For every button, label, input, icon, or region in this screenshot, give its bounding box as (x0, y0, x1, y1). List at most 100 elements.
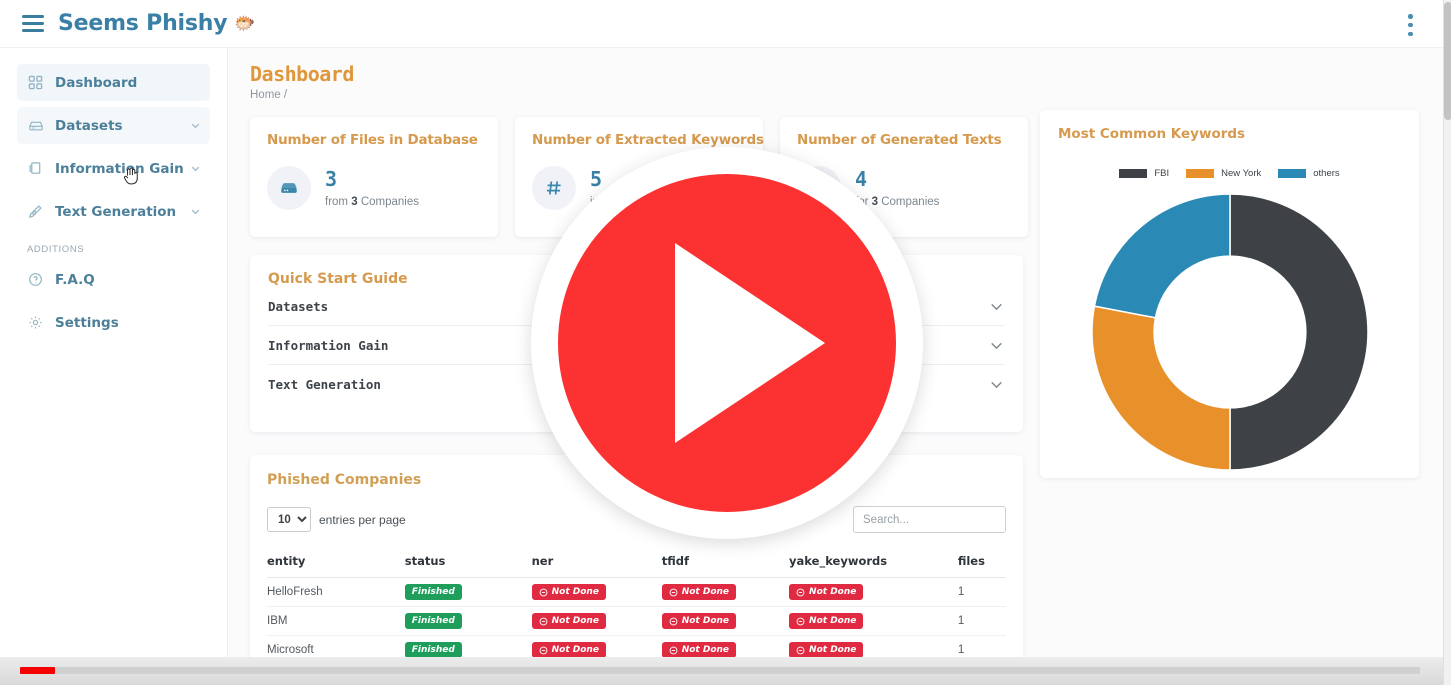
status-badge: Not Done (661, 613, 737, 629)
chevron-down-icon[interactable] (189, 205, 202, 218)
legend-label: others (1313, 168, 1340, 179)
column-header-yake-keywords[interactable]: yake_keywords (789, 547, 958, 578)
column-header-files[interactable]: files (957, 547, 1006, 578)
donut-slice[interactable] (1090, 305, 1231, 471)
play-button-circle (558, 174, 896, 512)
status-badge: Not Done (531, 584, 606, 600)
vertical-scrollbar[interactable]: ▲ (1443, 0, 1451, 685)
table-header-row: entity status ner tfidf yake_keywords fi… (267, 547, 1006, 578)
play-triangle-icon (675, 243, 825, 443)
page-title: Dashboard (250, 62, 354, 86)
sidebar-item-information-gain[interactable]: Information Gain (17, 150, 210, 187)
status-badge: Finished (404, 613, 462, 629)
chevron-down-icon[interactable] (189, 119, 202, 132)
chevron-down-icon[interactable] (189, 162, 202, 175)
cell-status: Finished (404, 606, 532, 636)
sidebar-item-label: Information Gain (55, 160, 184, 177)
status-badge: Not Done (789, 642, 864, 658)
question-circle-icon (27, 271, 44, 288)
status-badge: Not Done (661, 584, 737, 600)
quick-start-label: Text Generation (268, 377, 381, 392)
table-row[interactable]: HelloFresh Finished Not Done Not Done Not Do… (267, 577, 1006, 607)
database-icon (267, 166, 311, 210)
pufferfish-icon: 🐡 (234, 14, 256, 34)
cell-yake-keywords: Not Done (789, 577, 958, 607)
stat-sub-prefix: from (325, 195, 348, 208)
sidebar-item-settings[interactable]: Settings (17, 304, 210, 341)
scrollbar-thumb[interactable] (1444, 2, 1451, 120)
cell-ner: Not Done (531, 606, 662, 636)
sidebar-item-dashboard[interactable]: Dashboard (17, 64, 210, 101)
video-progress-bar[interactable] (0, 657, 1443, 685)
cell-tfidf: Not Done (661, 606, 790, 636)
app-root: Seems Phishy 🐡 Dashboard Datasets Inform… (0, 0, 1451, 685)
stat-sub-value: 3 (351, 195, 358, 208)
table-head: entity status ner tfidf yake_keywords fi… (267, 547, 1006, 578)
pen-icon (27, 203, 44, 220)
breadcrumb: Home / (250, 89, 288, 101)
cell-files: 1 (957, 606, 1006, 636)
sidebar: Dashboard Datasets Information Gain Text… (0, 48, 228, 685)
video-progress-track[interactable] (20, 667, 1420, 674)
status-badge: Not Done (531, 642, 606, 658)
legend-item[interactable]: FBI (1119, 168, 1169, 179)
stat-card-title: Number of Generated Texts (797, 132, 1002, 148)
chevron-down-icon[interactable] (988, 298, 1005, 315)
table-body: HelloFresh Finished Not Done Not Done Not Do… (267, 577, 1006, 665)
column-header-status[interactable]: status (404, 547, 532, 578)
stat-card-title: Number of Files in Database (267, 132, 478, 148)
sidebar-item-faq[interactable]: F.A.Q (17, 261, 210, 298)
donut-slice[interactable] (1093, 193, 1231, 319)
document-icon (27, 160, 44, 177)
donut-chart-svg[interactable] (1085, 187, 1375, 477)
column-header-tfidf[interactable]: tfidf (661, 547, 790, 578)
legend-item[interactable]: New York (1186, 168, 1261, 179)
stat-card-files: Number of Files in Database 3 from 3 Com… (250, 117, 498, 237)
chevron-down-icon[interactable] (988, 337, 1005, 354)
stat-card-title: Number of Extracted Keywords (532, 132, 764, 148)
cell-ner: Not Done (531, 577, 662, 607)
sidebar-item-label: Dashboard (55, 74, 138, 91)
donut-chart (1058, 187, 1401, 477)
status-badge: Not Done (789, 584, 864, 600)
most-common-keywords-card: Most Common Keywords FBI New York others (1040, 110, 1419, 478)
cell-entity: IBM (267, 606, 405, 636)
search-input[interactable] (853, 506, 1006, 533)
column-header-entity[interactable]: entity (267, 547, 405, 578)
legend-item[interactable]: others (1278, 168, 1340, 179)
keywords-card-title: Most Common Keywords (1058, 126, 1246, 142)
donut-slice[interactable] (1228, 193, 1369, 471)
phished-companies-table: entity status ner tfidf yake_keywords fi… (267, 547, 1006, 665)
sidebar-item-label: Datasets (55, 117, 123, 134)
chevron-down-icon[interactable] (988, 376, 1005, 393)
stat-card-subtitle: from 3 Companies (325, 196, 419, 208)
stat-card-value: 4 (855, 166, 868, 191)
cell-files: 1 (957, 577, 1006, 607)
hash-icon (532, 166, 576, 210)
legend-label: New York (1221, 168, 1262, 179)
sidebar-item-text-generation[interactable]: Text Generation (17, 193, 210, 230)
legend-swatch (1186, 169, 1215, 178)
vertical-dots-icon[interactable] (1408, 14, 1413, 36)
play-button-icon[interactable] (531, 147, 923, 539)
stat-card-value: 3 (325, 166, 338, 191)
sidebar-item-datasets[interactable]: Datasets (17, 107, 210, 185)
video-progress-fill (20, 667, 55, 674)
legend-swatch (1278, 169, 1307, 178)
entries-per-page-select[interactable]: 102550100 (267, 507, 311, 532)
app-brand-text: Seems Phishy (58, 11, 228, 36)
status-badge: Finished (404, 642, 462, 658)
hamburger-icon[interactable] (22, 15, 44, 32)
database-icon (27, 117, 44, 134)
app-brand: Seems Phishy 🐡 (58, 11, 256, 36)
sidebar-item-label: Settings (55, 314, 119, 331)
cell-tfidf: Not Done (661, 577, 790, 607)
entries-per-page-label: entries per page (319, 512, 406, 527)
sidebar-item-label: Text Generation (55, 203, 177, 220)
table-row[interactable]: IBM Finished Not Done Not Done Not Done 1 (267, 606, 1006, 636)
column-header-ner[interactable]: ner (531, 547, 662, 578)
legend-swatch (1119, 169, 1148, 178)
sidebar-section-additions: ADDITIONS (27, 244, 85, 255)
entries-per-page-group: 102550100 entries per page (267, 507, 406, 532)
cell-yake-keywords: Not Done (789, 606, 958, 636)
